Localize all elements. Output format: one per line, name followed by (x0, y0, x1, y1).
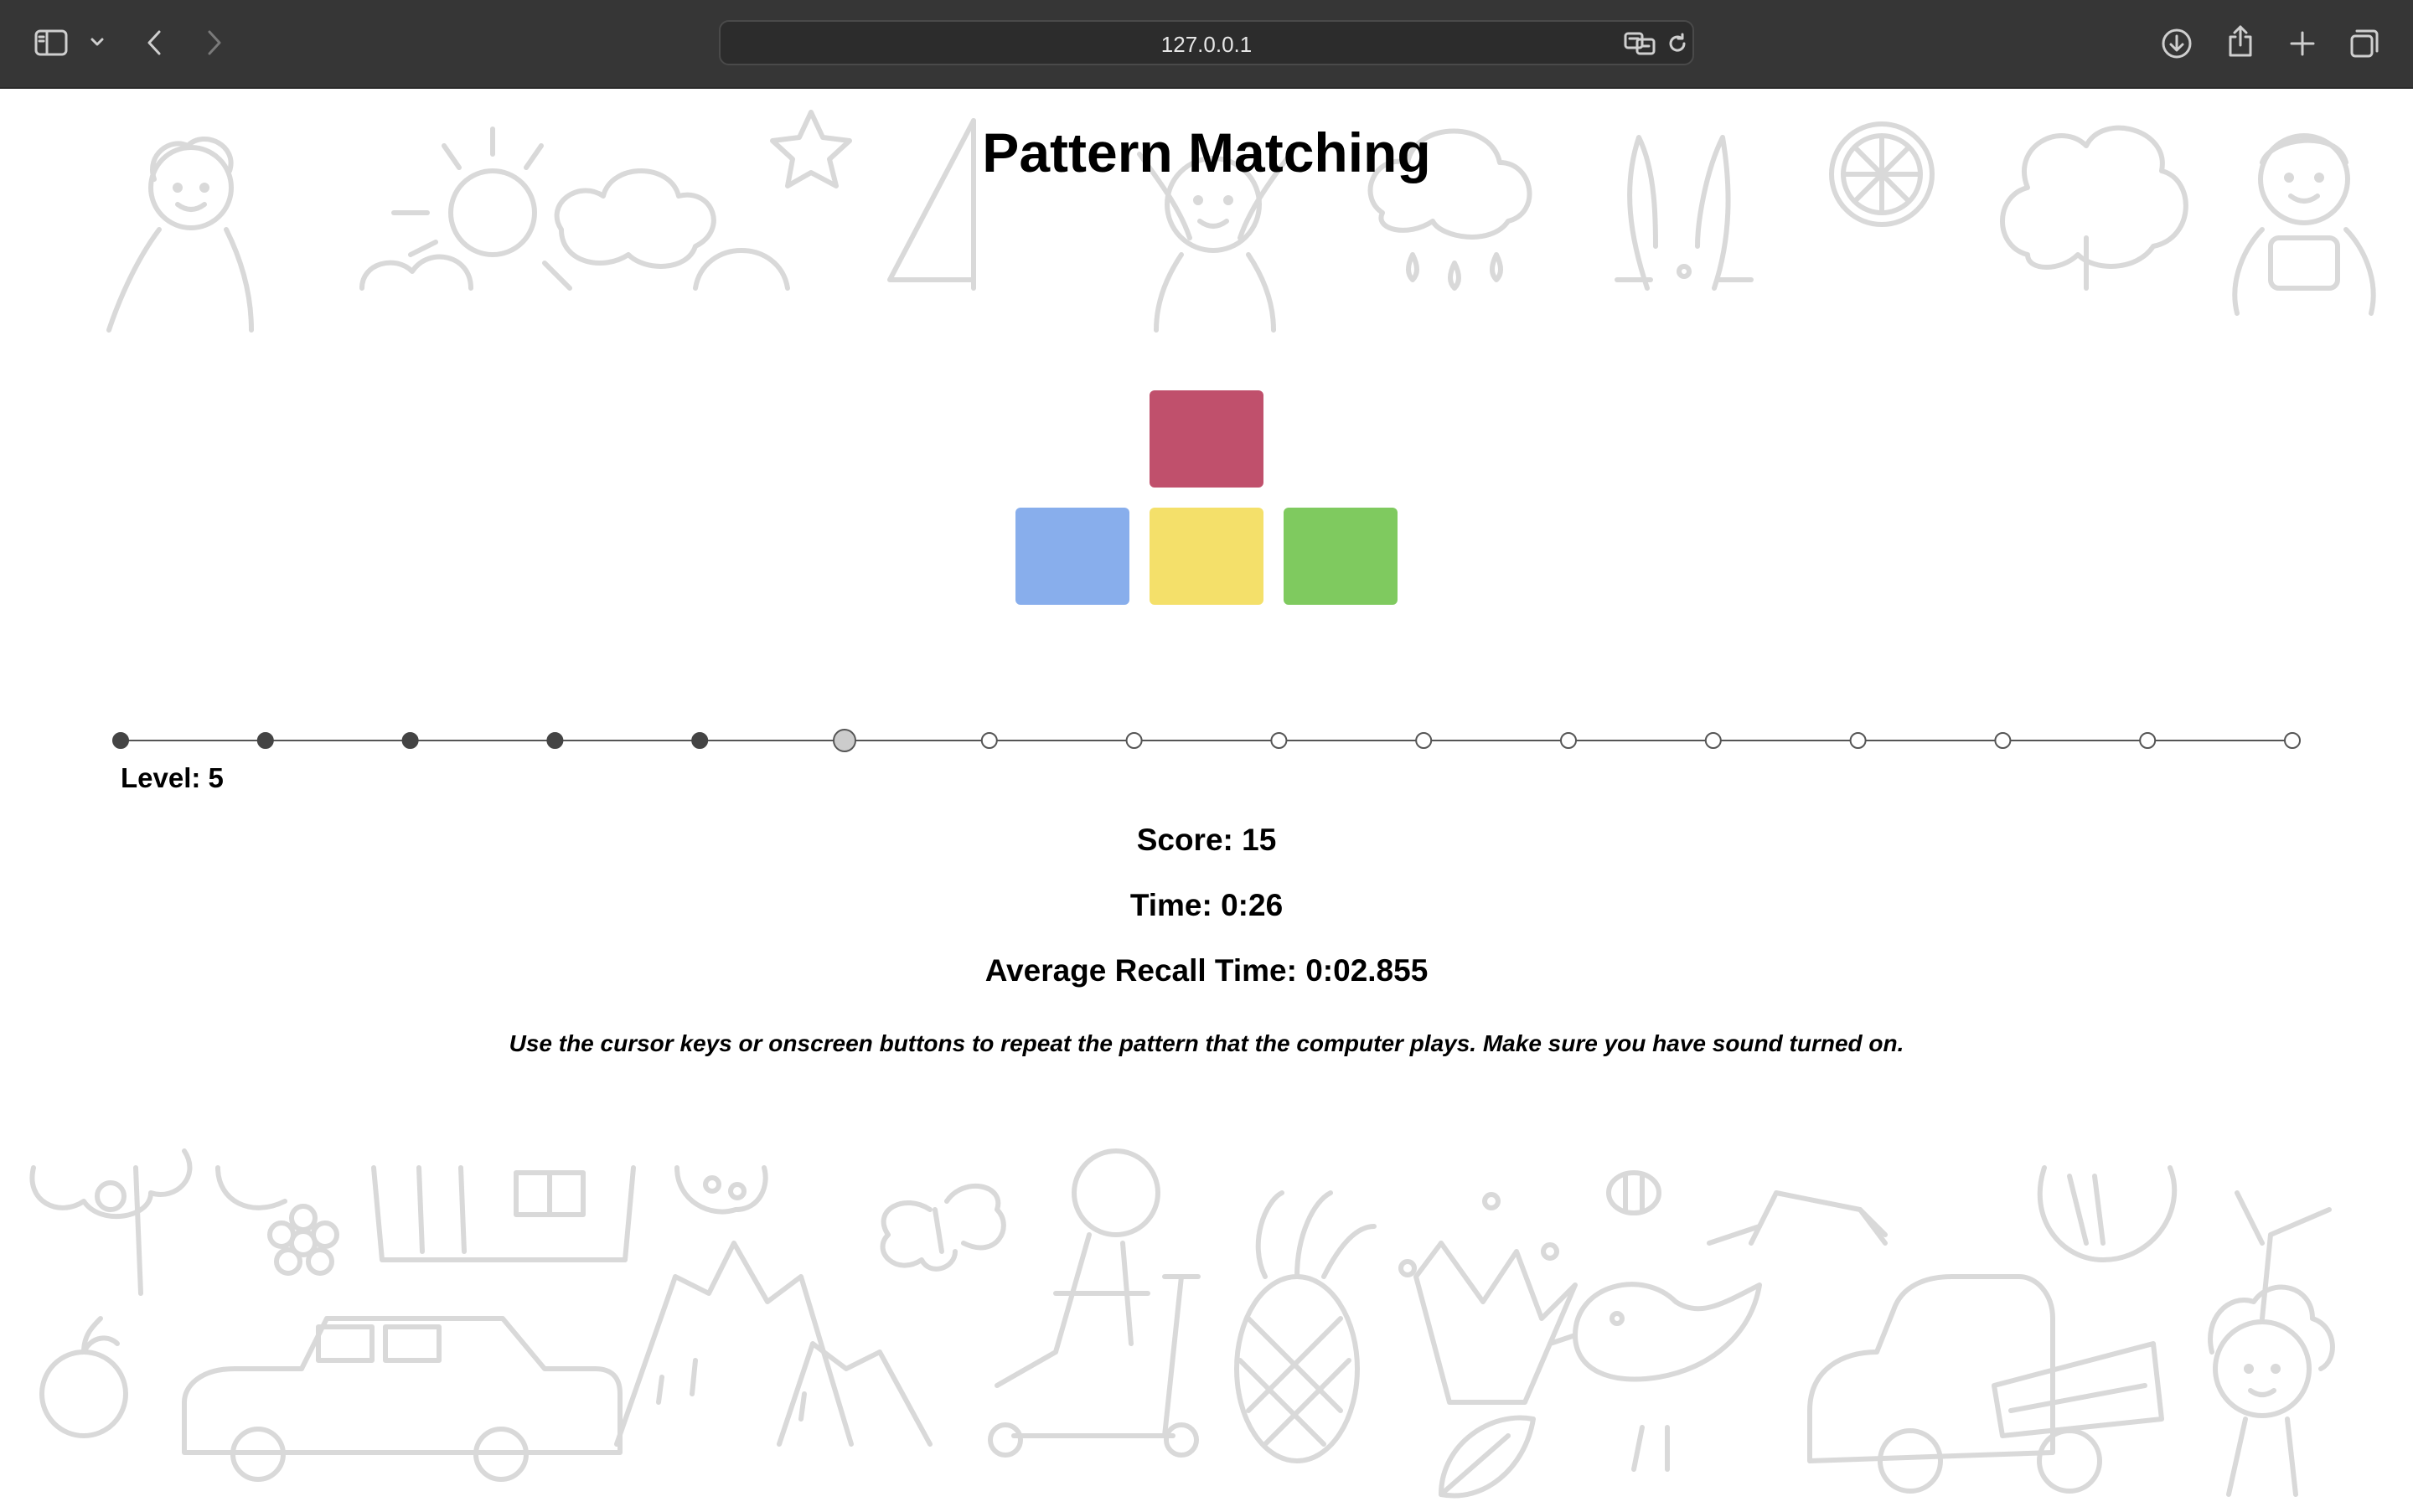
doodle-butterfly-icon (880, 1184, 1006, 1272)
progress-dot-pending (1704, 732, 1722, 749)
reload-icon[interactable] (1664, 30, 1691, 57)
download-icon[interactable] (2158, 25, 2195, 62)
doodle-harp-icon (2037, 1165, 2178, 1262)
doodle-bee-icon (1606, 1170, 1661, 1215)
progress-dot-pending (1994, 732, 2012, 749)
new-tab-icon[interactable] (2284, 25, 2321, 62)
progress-dot-complete (112, 732, 129, 749)
doodle-bird-icon (1548, 1282, 1762, 1472)
doodle-cloud-icon (554, 168, 790, 291)
progress-dot-complete (401, 732, 419, 749)
doodle-mountains-icon (614, 1241, 933, 1447)
doodle-house-icon (371, 1165, 636, 1262)
url-text: 127.0.0.1 (1160, 32, 1253, 57)
tabs-overview-icon[interactable] (2346, 25, 2383, 62)
progress-dot-complete (691, 732, 709, 749)
back-icon[interactable] (139, 25, 169, 60)
doodle-trees-icon (29, 1148, 287, 1296)
progress-dot-pending (1270, 732, 1288, 749)
pad-left-button[interactable] (1015, 508, 1129, 605)
progress-dot-pending (2139, 732, 2157, 749)
progress-dot-pending (2284, 732, 2301, 749)
pad-up-button[interactable] (1150, 390, 1263, 488)
forward-icon[interactable] (199, 25, 230, 60)
progress-dot-complete (256, 732, 274, 749)
doodle-swing-kid-icon (1707, 1190, 1888, 1246)
doodle-truck-icon (1807, 1274, 2164, 1494)
average-recall-text: Average Recall Time: 0:02.855 (984, 953, 1429, 988)
share-icon[interactable] (2222, 22, 2259, 60)
doodle-flower-icon (267, 1204, 339, 1276)
progress-dot-pending (1125, 732, 1143, 749)
instructions-text: Use the cursor keys or onscreen buttons … (509, 1030, 1904, 1056)
score-text: Score: 15 (1136, 823, 1277, 857)
progress-dot-pending (980, 732, 998, 749)
doodle-background (0, 87, 2413, 1508)
doodle-curly-kid-icon (2208, 1190, 2335, 1497)
level-progress (112, 729, 2301, 752)
doodle-pineapple-icon (1234, 1190, 1377, 1463)
pad-down-button[interactable] (1150, 508, 1263, 605)
progress-dot-pending (1849, 732, 1867, 749)
doodle-ladybug-icon (674, 1165, 768, 1215)
pad-right-button[interactable] (1284, 508, 1398, 605)
address-bar[interactable]: 127.0.0.1 (719, 20, 1694, 65)
time-text: Time: 0:26 (1129, 888, 1284, 922)
doodle-scooter-kid-icon (988, 1148, 1201, 1458)
progress-dot-pending (1560, 732, 1577, 749)
level-label: Level: 5 (121, 762, 224, 793)
doodle-leaf-icon (1439, 1415, 1536, 1499)
translate-icon[interactable] (1622, 29, 1659, 58)
progress-dot-current (833, 729, 856, 752)
doodle-crown-icon (1398, 1192, 1578, 1405)
browser-toolbar: 127.0.0.1 (0, 0, 2413, 89)
sidebar-icon[interactable] (32, 25, 70, 60)
progress-dot-pending (1415, 732, 1433, 749)
doodle-apple-icon (39, 1316, 128, 1438)
chevron-down-icon[interactable] (87, 32, 107, 52)
page-title: Pattern Matching (982, 121, 1431, 183)
progress-dot-complete (546, 732, 564, 749)
doodle-car-icon (182, 1316, 623, 1482)
